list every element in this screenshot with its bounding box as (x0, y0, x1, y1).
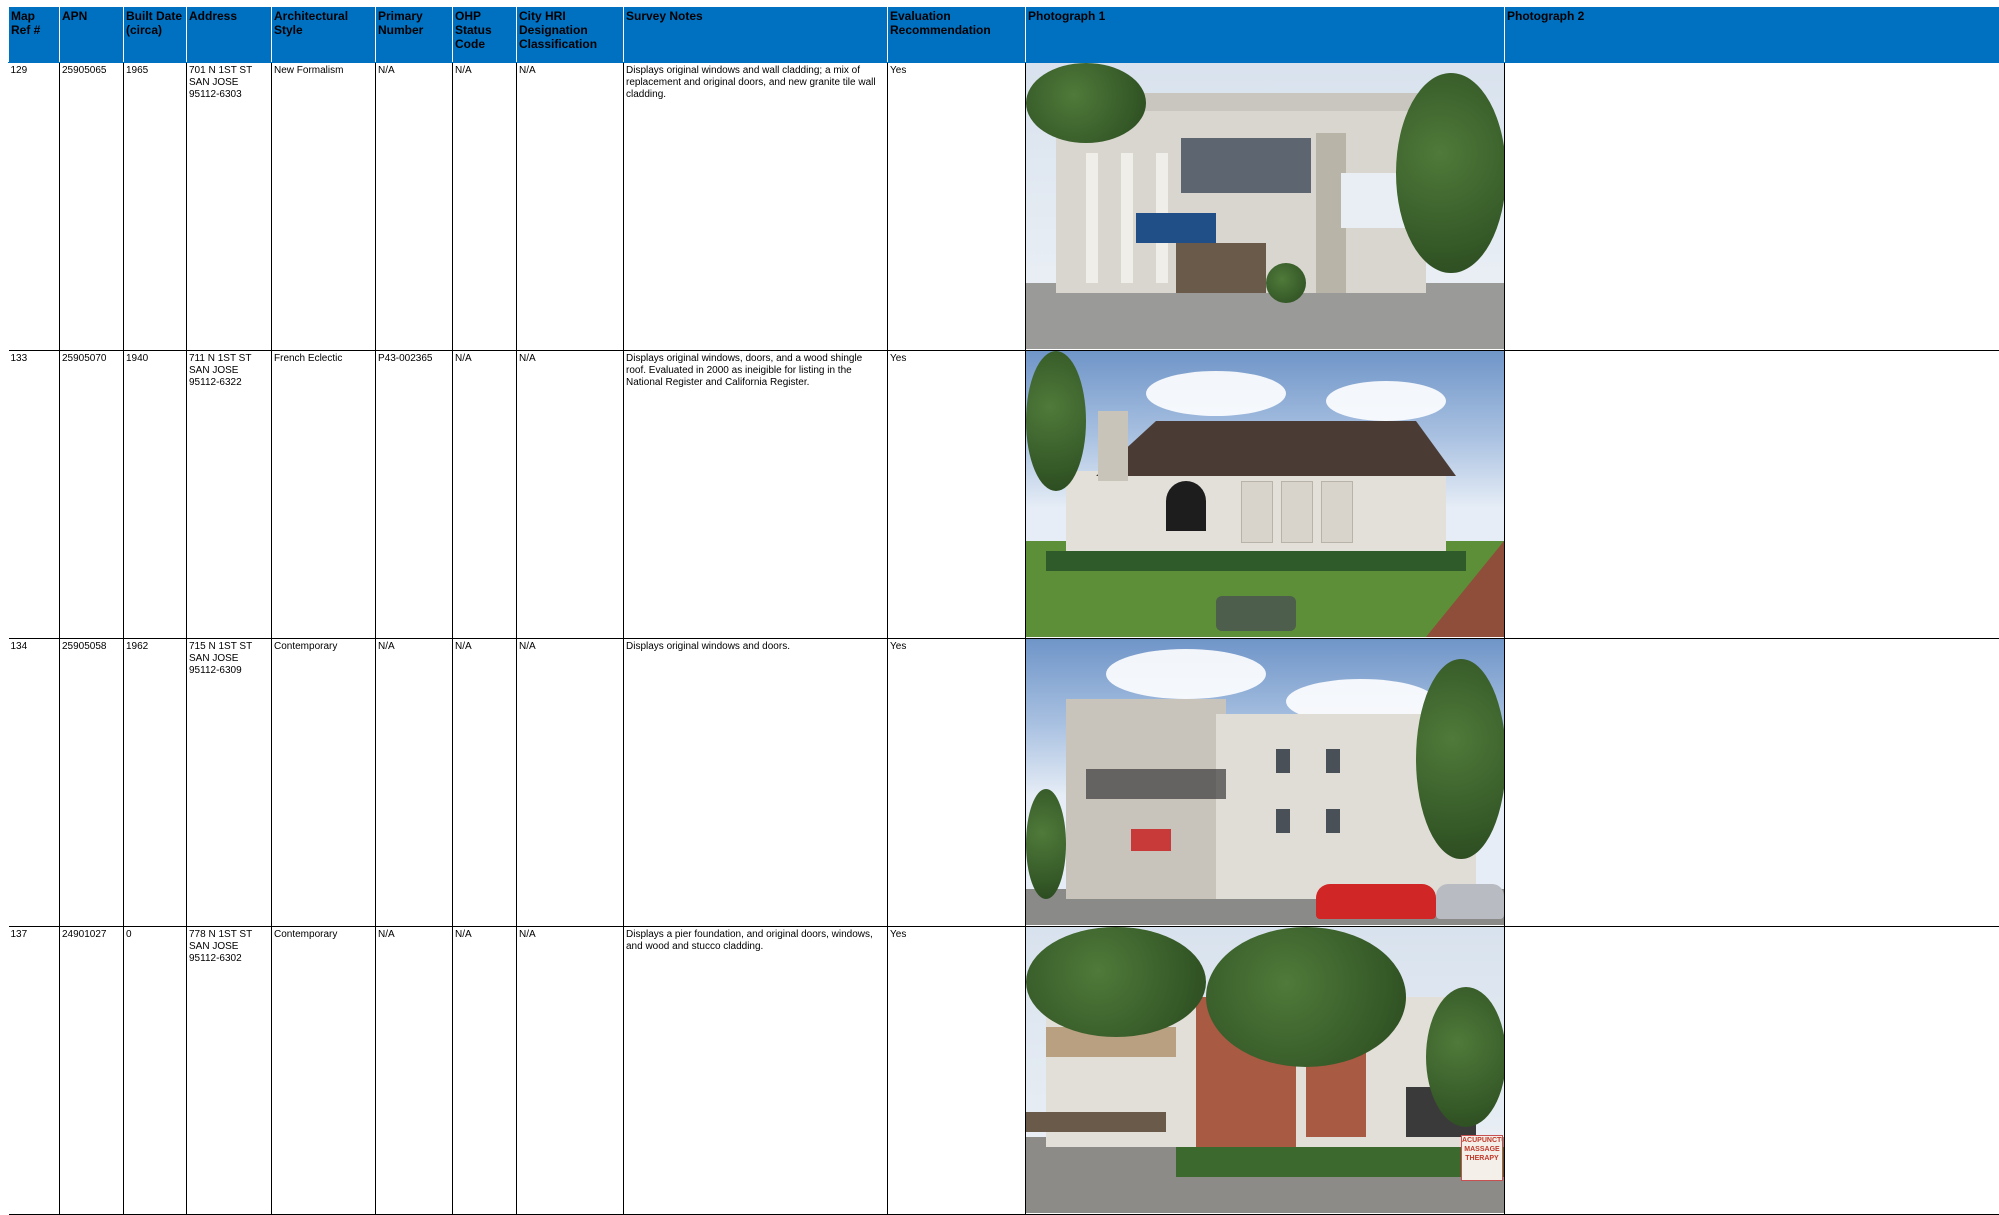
survey-table: Map Ref # APN Built Date (circa) Address… (8, 6, 1999, 1215)
cell-eval: Yes (888, 639, 1026, 927)
cell-primary: N/A (376, 63, 453, 351)
cell-ohp: N/A (453, 351, 517, 639)
header-survey-notes: Survey Notes (624, 7, 888, 63)
cell-hri: N/A (517, 63, 624, 351)
cell-ohp: N/A (453, 927, 517, 1215)
cell-photo1: ACUPUNCTURE MASSAGE THERAPY (1026, 927, 1505, 1215)
cell-photo2 (1505, 351, 1999, 639)
header-hri: City HRI Designation Classification (517, 7, 624, 63)
header-photo1: Photograph 1 (1026, 7, 1505, 63)
cell-eval: Yes (888, 927, 1026, 1215)
cell-eval: Yes (888, 351, 1026, 639)
cell-apn: 25905070 (60, 351, 124, 639)
cell-style: New Formalism (272, 63, 376, 351)
header-address: Address (187, 7, 272, 63)
cell-apn: 25905065 (60, 63, 124, 351)
cell-style: Contemporary (272, 639, 376, 927)
table-row: 133 25905070 1940 711 N 1ST ST SAN JOSE … (9, 351, 1999, 639)
header-built-date: Built Date (circa) (124, 7, 187, 63)
cell-photo2 (1505, 63, 1999, 351)
cell-photo2 (1505, 927, 1999, 1215)
cell-photo1 (1026, 63, 1505, 351)
cell-hri: N/A (517, 351, 624, 639)
building-photo (1026, 351, 1504, 637)
cell-built: 1940 (124, 351, 187, 639)
header-photo2: Photograph 2 (1505, 7, 1999, 63)
cell-notes: Displays a pier foundation, and original… (624, 927, 888, 1215)
table-row: 129 25905065 1965 701 N 1ST ST SAN JOSE … (9, 63, 1999, 351)
cell-hri: N/A (517, 639, 624, 927)
address-line2: SAN JOSE (189, 653, 269, 665)
cell-address: 715 N 1ST ST SAN JOSE 95112-6309 (187, 639, 272, 927)
cell-apn: 25905058 (60, 639, 124, 927)
address-line1: 778 N 1ST ST (189, 929, 269, 941)
address-line3: 95112-6322 (189, 377, 269, 389)
building-photo (1026, 639, 1504, 925)
address-line1: 715 N 1ST ST (189, 641, 269, 653)
cell-notes: Displays original windows and doors. (624, 639, 888, 927)
address-line2: SAN JOSE (189, 77, 269, 89)
cell-map-ref: 129 (9, 63, 60, 351)
header-primary-number: Primary Number (376, 7, 453, 63)
cell-address: 701 N 1ST ST SAN JOSE 95112-6303 (187, 63, 272, 351)
address-line3: 95112-6302 (189, 953, 269, 965)
cell-primary: P43-002365 (376, 351, 453, 639)
header-row: Map Ref # APN Built Date (circa) Address… (9, 7, 1999, 63)
cell-primary: N/A (376, 639, 453, 927)
header-apn: APN (60, 7, 124, 63)
massage-sign: ACUPUNCTURE MASSAGE THERAPY (1461, 1135, 1503, 1181)
address-line3: 95112-6309 (189, 665, 269, 677)
cell-ohp: N/A (453, 639, 517, 927)
address-line2: SAN JOSE (189, 365, 269, 377)
cell-address: 711 N 1ST ST SAN JOSE 95112-6322 (187, 351, 272, 639)
table-row: 137 24901027 0 778 N 1ST ST SAN JOSE 951… (9, 927, 1999, 1215)
cell-ohp: N/A (453, 63, 517, 351)
table-row: 134 25905058 1962 715 N 1ST ST SAN JOSE … (9, 639, 1999, 927)
cell-map-ref: 133 (9, 351, 60, 639)
address-line3: 95112-6303 (189, 89, 269, 101)
cell-photo1 (1026, 351, 1505, 639)
cell-hri: N/A (517, 927, 624, 1215)
building-photo: ACUPUNCTURE MASSAGE THERAPY (1026, 927, 1504, 1213)
survey-table-sheet: Map Ref # APN Built Date (circa) Address… (8, 6, 1999, 1215)
cell-map-ref: 137 (9, 927, 60, 1215)
address-line1: 701 N 1ST ST (189, 65, 269, 77)
cell-primary: N/A (376, 927, 453, 1215)
header-map-ref: Map Ref # (9, 7, 60, 63)
header-arch-style: Architectural Style (272, 7, 376, 63)
cell-style: French Eclectic (272, 351, 376, 639)
cell-notes: Displays original windows and wall cladd… (624, 63, 888, 351)
cell-built: 1965 (124, 63, 187, 351)
cell-eval: Yes (888, 63, 1026, 351)
header-ohp-status: OHP Status Code (453, 7, 517, 63)
cell-built: 1962 (124, 639, 187, 927)
cell-apn: 24901027 (60, 927, 124, 1215)
address-line1: 711 N 1ST ST (189, 353, 269, 365)
header-evaluation: Evaluation Recommendation (888, 7, 1026, 63)
cell-style: Contemporary (272, 927, 376, 1215)
cell-photo1 (1026, 639, 1505, 927)
cell-address: 778 N 1ST ST SAN JOSE 95112-6302 (187, 927, 272, 1215)
address-line2: SAN JOSE (189, 941, 269, 953)
cell-photo2 (1505, 639, 1999, 927)
cell-built: 0 (124, 927, 187, 1215)
cell-map-ref: 134 (9, 639, 60, 927)
building-photo (1026, 63, 1504, 349)
cell-notes: Displays original windows, doors, and a … (624, 351, 888, 639)
